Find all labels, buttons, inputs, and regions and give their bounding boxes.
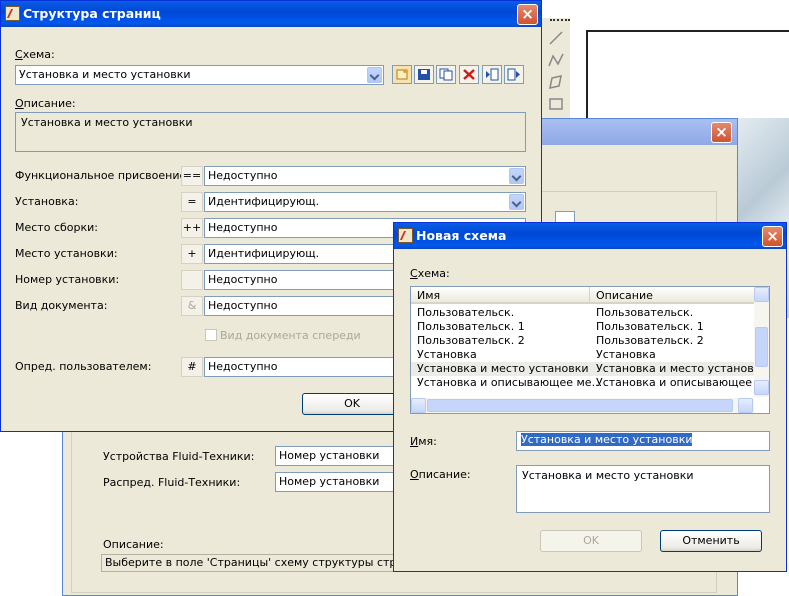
list-item[interactable]: Пользовательск. 2 Пользовательск. 2 <box>411 334 755 348</box>
document-type-symbol: & <box>181 296 203 316</box>
new-scheme-close-button[interactable]: × <box>762 226 783 247</box>
background-dialog-close-button[interactable]: × <box>711 122 732 143</box>
scheme-list[interactable]: Имя Описание Пользовательск. Пользователь… <box>410 286 770 414</box>
new-scheme-app-icon <box>398 228 413 243</box>
cancel-button[interactable]: Отменить <box>660 530 762 552</box>
scheme-dropdown-arrow-icon[interactable] <box>367 67 382 83</box>
horizontal-scroll-thumb[interactable] <box>427 399 733 412</box>
functional-assignment-dropdown-icon[interactable] <box>509 168 524 184</box>
user-defined-label: Опред. пользователем: <box>15 360 152 373</box>
new-scheme-scheme-label: Схема: <box>410 267 450 280</box>
doc-type-front-checkbox[interactable] <box>205 329 217 341</box>
new-scheme-ok-button[interactable]: OK <box>540 530 642 552</box>
new-scheme-title: Новая схема <box>416 228 507 243</box>
delete-scheme-icon[interactable] <box>459 65 479 84</box>
installation-combo[interactable]: Идентифицирующ. <box>204 192 526 212</box>
installation-label: Установка: <box>15 195 79 208</box>
new-scheme-description-input[interactable]: Установка и место установки <box>516 465 770 513</box>
name-input[interactable]: Установка и место установки <box>516 431 770 451</box>
export-scheme-icon[interactable] <box>504 65 524 84</box>
installation-dropdown-icon[interactable] <box>509 194 524 210</box>
assembly-location-label: Место сборки: <box>15 221 98 234</box>
rectangle-tool-icon[interactable] <box>548 96 564 112</box>
vertical-scroll-thumb[interactable] <box>755 327 768 367</box>
new-scheme-description-label: Описание: <box>410 468 471 481</box>
list-horizontal-scrollbar[interactable] <box>411 398 754 413</box>
line-tool-icon[interactable] <box>548 30 564 46</box>
assembly-location-symbol: ++ <box>181 218 203 238</box>
scheme-label: Схема: <box>15 48 55 61</box>
scroll-down-icon[interactable] <box>754 380 769 395</box>
fluid-devices-combo[interactable]: Номер установки <box>275 446 405 466</box>
app-icon <box>5 6 20 21</box>
installation-location-symbol: + <box>181 244 203 264</box>
name-label: Имя: <box>410 435 437 448</box>
description-field[interactable]: Установка и место установки <box>15 112 526 152</box>
background-description-label: Описание: <box>103 538 164 551</box>
column-header-description[interactable]: Описание <box>590 287 756 304</box>
new-scheme-icon[interactable] <box>392 65 412 84</box>
save-scheme-icon[interactable] <box>414 65 434 84</box>
description-label: Описание: <box>15 97 76 110</box>
list-item[interactable]: Установка Установка <box>411 348 755 362</box>
installation-number-symbol <box>181 270 203 290</box>
functional-assignment-symbol: == <box>181 166 203 186</box>
doc-type-front-label: Вид документа спереди <box>220 329 361 342</box>
background-description-box: Выберите в поле 'Страницы' схему структу… <box>101 554 401 572</box>
polygon-tool-icon[interactable] <box>548 74 564 90</box>
copy-scheme-icon[interactable] <box>436 65 456 84</box>
import-scheme-icon[interactable] <box>482 65 502 84</box>
list-item[interactable]: Пользовательск. Пользовательск. <box>411 306 755 320</box>
scheme-combo-value: Установка и место установки <box>19 68 191 81</box>
structure-ok-button[interactable]: OK <box>302 393 402 415</box>
user-defined-symbol: # <box>181 357 203 377</box>
scroll-up-icon[interactable] <box>754 287 769 302</box>
installation-location-label: Место установки: <box>15 247 118 260</box>
scheme-combo[interactable]: Установка и место установки <box>15 65 384 85</box>
polyline-tool-icon[interactable] <box>548 52 564 68</box>
structure-dialog-title: Структура страниц <box>23 6 161 21</box>
list-item-selected[interactable]: Установка и место установки Установка и м… <box>411 362 767 376</box>
column-header-name[interactable]: Имя <box>411 287 590 304</box>
functional-assignment-label: Функциональное присвоение: <box>15 169 190 182</box>
scroll-left-icon[interactable] <box>411 398 426 413</box>
new-scheme-dialog: Новая схема × Схема: Имя Описание Пользо… <box>393 222 787 572</box>
new-scheme-titlebar: Новая схема <box>394 223 786 249</box>
list-vertical-scrollbar[interactable] <box>754 287 769 397</box>
installation-number-label: Номер установки: <box>15 273 120 286</box>
installation-symbol: = <box>181 192 203 212</box>
fluid-devices-label: Устройства Fluid-Техники: <box>103 450 255 463</box>
list-item[interactable]: Установка и описывающее ме... Установка и… <box>411 376 755 390</box>
scroll-right-icon[interactable] <box>738 398 753 413</box>
fluid-distribution-combo[interactable]: Номер установки <box>275 472 405 492</box>
ruler-line <box>550 19 570 21</box>
functional-assignment-combo[interactable]: Недоступно <box>204 166 526 186</box>
document-type-label: Вид документа: <box>15 299 108 312</box>
fluid-distribution-label: Распред. Fluid-Техники: <box>103 476 241 489</box>
list-item[interactable]: Пользовательск. 1 Пользовательск. 1 <box>411 320 755 334</box>
structure-dialog-close-button[interactable]: × <box>517 4 538 25</box>
structure-dialog-titlebar: Структура страниц <box>1 1 541 27</box>
